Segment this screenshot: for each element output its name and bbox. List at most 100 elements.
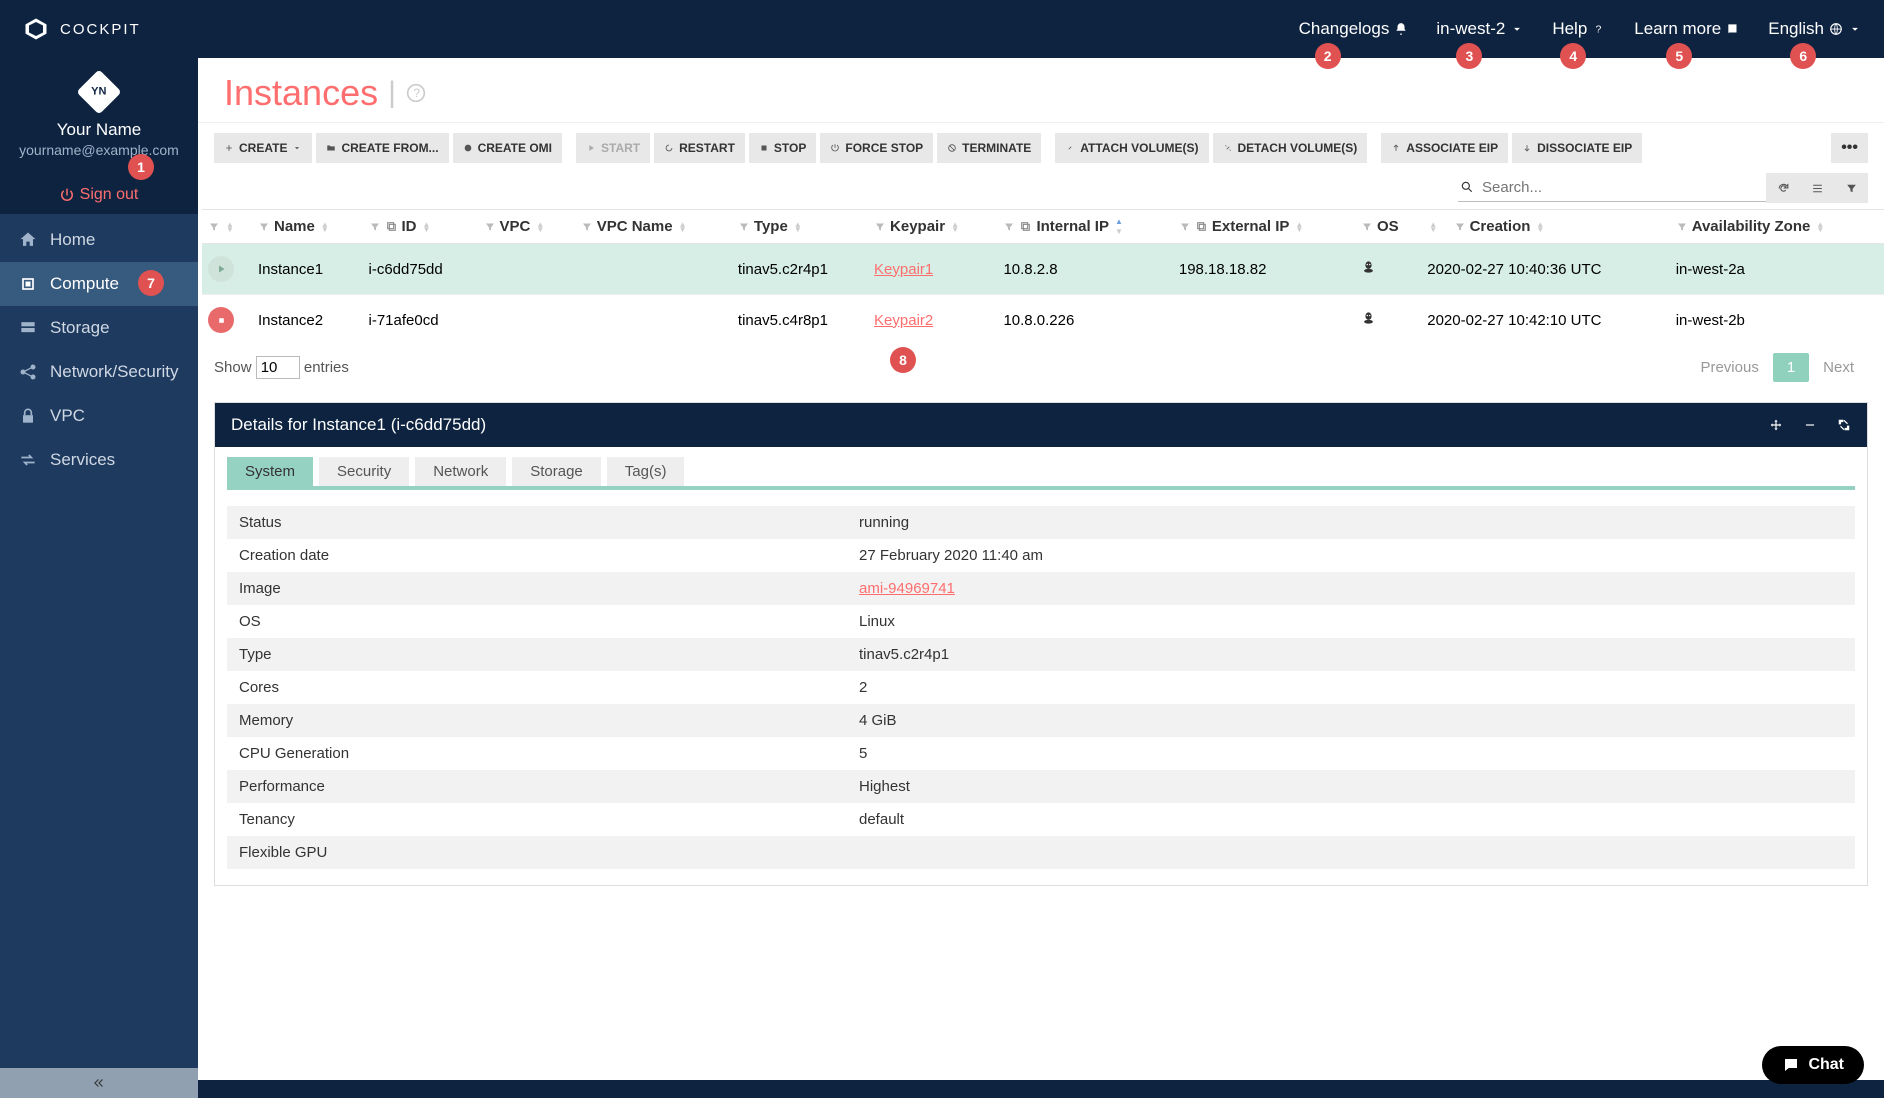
copy-icon[interactable] bbox=[1195, 220, 1208, 233]
cell-keypair-link[interactable]: Keypair2 bbox=[874, 312, 933, 329]
nav-region[interactable]: in-west-2 3 bbox=[1436, 19, 1524, 39]
btn-label: ATTACH VOLUME(S) bbox=[1080, 141, 1198, 155]
bell-icon bbox=[1394, 22, 1408, 36]
forcestop-button[interactable]: FORCE STOP bbox=[820, 133, 933, 163]
sidebar-item-network[interactable]: Network/Security bbox=[0, 350, 198, 394]
filter-icon[interactable] bbox=[581, 221, 593, 233]
pager-previous[interactable]: Previous bbox=[1686, 353, 1772, 382]
question-icon: ? bbox=[1592, 22, 1606, 36]
create-button[interactable]: CREATE bbox=[214, 133, 312, 163]
chat-button[interactable]: Chat bbox=[1762, 1046, 1864, 1084]
sidebar-item-storage[interactable]: Storage bbox=[0, 306, 198, 350]
signout-button[interactable]: Sign out bbox=[0, 176, 198, 214]
nav-learnmore[interactable]: Learn more 5 bbox=[1634, 19, 1740, 39]
filter-icon[interactable] bbox=[258, 221, 270, 233]
copy-icon[interactable] bbox=[1019, 220, 1032, 233]
filter-icon[interactable] bbox=[369, 221, 381, 233]
refresh-button[interactable] bbox=[1766, 173, 1800, 203]
filter-icon[interactable] bbox=[1454, 221, 1466, 233]
col-name[interactable]: Name bbox=[274, 218, 315, 235]
sidebar-item-compute[interactable]: Compute 7 bbox=[0, 262, 198, 306]
details-tabs: System Security Network Storage Tag(s) bbox=[215, 447, 1867, 486]
col-id[interactable]: ID bbox=[402, 218, 417, 235]
detach-volume-button[interactable]: DETACH VOLUME(S) bbox=[1213, 133, 1368, 163]
sort-icon[interactable]: ▲▼ bbox=[951, 222, 959, 232]
stop-button[interactable]: STOP bbox=[749, 133, 816, 163]
nav-changelogs[interactable]: Changelogs 2 bbox=[1299, 19, 1409, 39]
filter-icon[interactable] bbox=[738, 221, 750, 233]
kv-value-link[interactable]: ami-94969741 bbox=[859, 580, 955, 597]
sort-icon[interactable]: ▲▼ bbox=[226, 222, 234, 232]
collapse-sidebar-button[interactable] bbox=[0, 1068, 198, 1098]
kv-row: Tenancydefault bbox=[227, 803, 1855, 836]
sort-icon[interactable]: ▲▼ bbox=[1816, 222, 1824, 232]
table-row[interactable]: Instance1 i-c6dd75dd tinav5.c2r4p1 Keypa… bbox=[202, 244, 1884, 295]
overflow-menu-button[interactable]: ••• bbox=[1831, 133, 1868, 163]
sort-icon[interactable]: ▲▼ bbox=[536, 222, 544, 232]
terminate-button[interactable]: TERMINATE bbox=[937, 133, 1041, 163]
cell-intip: 10.8.2.8 bbox=[997, 244, 1172, 295]
sort-icon[interactable]: ▲▼ bbox=[321, 222, 329, 232]
associate-eip-button[interactable]: ASSOCIATE EIP bbox=[1381, 133, 1508, 163]
expand-icon[interactable] bbox=[1837, 418, 1851, 432]
col-os[interactable]: OS bbox=[1377, 218, 1399, 235]
sort-icon[interactable]: ▲▼ bbox=[1429, 222, 1437, 232]
col-creation[interactable]: Creation bbox=[1470, 218, 1531, 235]
pagesize-input[interactable] bbox=[256, 356, 300, 379]
tab-security[interactable]: Security bbox=[319, 457, 409, 486]
create-omi-button[interactable]: CREATE OMI bbox=[453, 133, 562, 163]
sort-icon[interactable]: ▲▼ bbox=[679, 222, 687, 232]
col-keypair[interactable]: Keypair bbox=[890, 218, 945, 235]
btn-label: DISSOCIATE EIP bbox=[1537, 141, 1632, 155]
attach-volume-button[interactable]: ATTACH VOLUME(S) bbox=[1055, 133, 1208, 163]
col-intip[interactable]: Internal IP bbox=[1036, 218, 1109, 235]
minimize-icon[interactable] bbox=[1803, 418, 1817, 432]
dissociate-eip-button[interactable]: DISSOCIATE EIP bbox=[1512, 133, 1642, 163]
sort-icon[interactable]: ▲▼ bbox=[423, 222, 431, 232]
col-extip[interactable]: External IP bbox=[1212, 218, 1290, 235]
pager-next[interactable]: Next bbox=[1809, 353, 1868, 382]
sidebar-item-vpc[interactable]: VPC bbox=[0, 394, 198, 438]
disk-icon bbox=[463, 143, 473, 153]
sidebar-item-home[interactable]: Home bbox=[0, 218, 198, 262]
copy-icon[interactable] bbox=[385, 220, 398, 233]
tab-storage[interactable]: Storage bbox=[512, 457, 601, 486]
restart-button[interactable]: RESTART bbox=[654, 133, 745, 163]
filter-button[interactable] bbox=[1834, 173, 1868, 203]
table-row[interactable]: Instance2 i-71afe0cd tinav5.c4r8p1 Keypa… bbox=[202, 295, 1884, 346]
move-icon[interactable] bbox=[1769, 418, 1783, 432]
col-vpcname[interactable]: VPC Name bbox=[597, 218, 673, 235]
filter-icon[interactable] bbox=[1003, 221, 1015, 233]
filter-icon[interactable] bbox=[874, 221, 886, 233]
cell-keypair-link[interactable]: Keypair1 bbox=[874, 261, 933, 278]
nav-help[interactable]: Help ? 4 bbox=[1552, 19, 1606, 39]
search-input[interactable] bbox=[1458, 174, 1766, 202]
sort-icon[interactable]: ▲▼ bbox=[1536, 222, 1544, 232]
col-az[interactable]: Availability Zone bbox=[1692, 218, 1811, 235]
filter-icon[interactable] bbox=[208, 221, 220, 233]
filter-icon[interactable] bbox=[484, 221, 496, 233]
page-title: Instances bbox=[224, 72, 378, 114]
network-icon bbox=[18, 362, 38, 382]
col-type[interactable]: Type bbox=[754, 218, 788, 235]
sort-icon[interactable]: ▲▼ bbox=[1115, 219, 1123, 234]
sort-icon[interactable]: ▲▼ bbox=[794, 222, 802, 232]
page-help-icon[interactable]: ? bbox=[406, 83, 426, 103]
create-from-button[interactable]: CREATE FROM... bbox=[316, 133, 448, 163]
tab-network[interactable]: Network bbox=[415, 457, 506, 486]
filter-icon[interactable] bbox=[1179, 221, 1191, 233]
filter-icon[interactable] bbox=[1361, 221, 1373, 233]
nav-language[interactable]: English 6 bbox=[1768, 19, 1862, 39]
pager-page-1[interactable]: 1 bbox=[1773, 353, 1809, 382]
col-vpc[interactable]: VPC bbox=[500, 218, 531, 235]
tab-system[interactable]: System bbox=[227, 457, 313, 486]
filter-icon[interactable] bbox=[1676, 221, 1688, 233]
sort-icon[interactable]: ▲▼ bbox=[1295, 222, 1303, 232]
list-view-button[interactable] bbox=[1800, 173, 1834, 203]
user-block[interactable]: YN Your Name yourname@example.com 1 bbox=[0, 58, 198, 176]
arrow-down-icon bbox=[1522, 143, 1532, 153]
start-button[interactable]: START bbox=[576, 133, 650, 163]
tab-tags[interactable]: Tag(s) bbox=[607, 457, 685, 486]
sidebar-item-services[interactable]: Services bbox=[0, 438, 198, 482]
kv-key: Image bbox=[239, 580, 859, 597]
